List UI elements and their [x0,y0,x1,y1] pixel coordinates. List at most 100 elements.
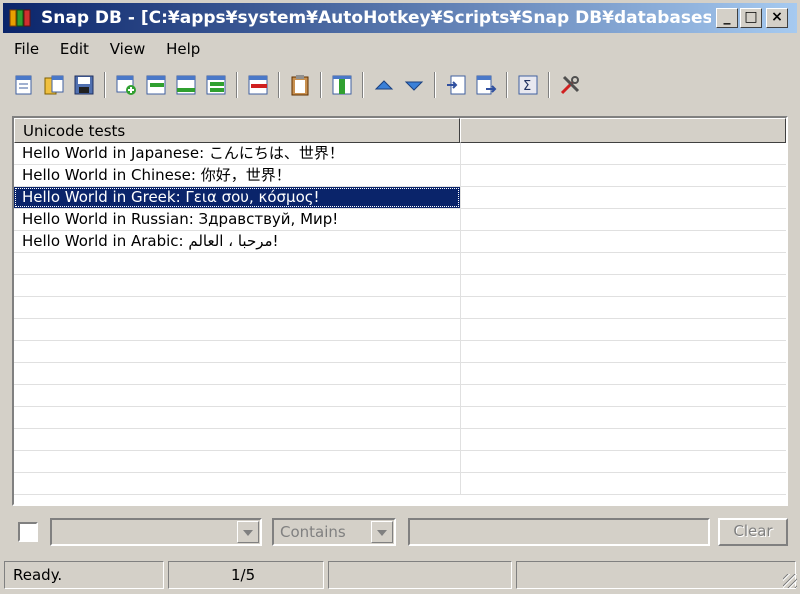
cell-unicode-tests [14,297,460,318]
status-bar: Ready. 1/5 [0,559,800,591]
insert-row-icon [146,75,166,95]
cell-column-2 [460,275,786,296]
sum-icon: Σ [518,75,538,95]
cell-column-2 [460,363,786,384]
open-db-button[interactable] [40,71,68,99]
cell-column-2 [460,385,786,406]
export-icon [476,75,497,95]
table-row[interactable]: Hello World in Greek: Γεια σου, κόσμος! [14,187,786,209]
import-button[interactable] [442,71,470,99]
clear-button[interactable]: Clear [718,518,788,546]
cell-unicode-tests [14,341,460,362]
chevron-down-icon[interactable] [371,521,393,543]
delete-row-button[interactable] [244,71,272,99]
new-db-button[interactable] [10,71,38,99]
table-row[interactable]: Hello World in Chinese: 你好，世界！ [14,165,786,187]
toolbar-separator [278,72,280,98]
minimize-button[interactable]: _ [716,8,738,28]
sum-button[interactable]: Σ [514,71,542,99]
maximize-button[interactable]: □ [740,8,762,28]
menu-view[interactable]: View [102,38,154,60]
settings-button[interactable] [556,71,584,99]
settings-icon [560,75,580,95]
empty-row [14,407,786,429]
empty-row [14,451,786,473]
cell-unicode-tests: Hello World in Chinese: 你好，世界！ [22,166,291,184]
paste-icon [291,75,309,96]
app-window: Snap DB - [C:¥apps¥system¥AutoHotkey¥Scr… [0,0,800,594]
table-row[interactable]: Hello World in Japanese: こんにちは、世界！ [14,143,786,165]
duplicate-row-button[interactable] [202,71,230,99]
status-panel-4 [516,561,796,589]
cell-column-2 [460,165,786,186]
import-icon [447,75,466,95]
list-body: Hello World in Japanese: こんにちは、世界！ Hello … [14,143,786,495]
cell-column-2 [460,253,786,274]
cell-unicode-tests [14,253,460,274]
append-row-icon [176,75,196,95]
save-db-button[interactable] [70,71,98,99]
empty-row [14,341,786,363]
filter-query-input[interactable] [408,518,710,546]
cell-column-2 [460,407,786,428]
empty-row [14,297,786,319]
toolbar-separator [548,72,550,98]
list-header: Unicode tests [14,118,786,143]
cell-column-2 [460,297,786,318]
cell-unicode-tests [14,319,460,340]
cell-unicode-tests [14,275,460,296]
field-dropdown[interactable] [50,518,262,546]
cell-column-2 [460,473,786,494]
open-db-icon [44,75,64,95]
record-position: 1/5 [168,561,324,589]
empty-row [14,275,786,297]
cell-column-2 [460,341,786,362]
toolbar-separator [320,72,322,98]
resize-grip-icon[interactable] [783,574,797,588]
toolbar-separator [104,72,106,98]
move-down-button[interactable] [400,71,428,99]
cell-column-2 [460,231,786,252]
insert-row-button[interactable] [142,71,170,99]
toolbar-separator [362,72,364,98]
toolbar-separator [506,72,508,98]
add-row-icon [116,75,136,95]
column-header-unicode-tests[interactable]: Unicode tests [14,118,460,143]
export-button[interactable] [472,71,500,99]
cell-unicode-tests [14,473,460,494]
duplicate-row-icon [206,75,226,95]
record-list[interactable]: Unicode tests Hello World in Japanese: こ… [12,116,788,506]
menu-file[interactable]: File [6,38,47,60]
append-row-button[interactable] [172,71,200,99]
operator-dropdown[interactable]: Contains [272,518,396,546]
column-header-2[interactable] [460,118,786,143]
window-title: Snap DB - [C:¥apps¥system¥AutoHotkey¥Scr… [41,8,711,28]
close-button[interactable]: × [766,8,788,28]
chevron-down-icon[interactable] [237,521,259,543]
cell-column-2 [460,209,786,230]
new-db-icon [15,75,32,95]
title-bar[interactable]: Snap DB - [C:¥apps¥system¥AutoHotkey¥Scr… [3,3,797,33]
menu-edit[interactable]: Edit [52,38,97,60]
toolbar: Σ [8,68,792,102]
toolbar-separator [434,72,436,98]
cell-unicode-tests [14,385,460,406]
column-button[interactable] [328,71,356,99]
delete-row-icon [248,75,268,95]
move-down-icon [404,81,424,91]
cell-column-2 [460,451,786,472]
empty-row [14,319,786,341]
cell-unicode-tests: Hello World in Russian: Здравствуй, Мир! [22,210,339,228]
status-panel-3 [328,561,512,589]
menu-help[interactable]: Help [158,38,208,60]
save-db-icon [74,75,94,95]
table-row[interactable]: Hello World in Arabic: مرحبا ، العالم! [14,231,786,253]
table-row[interactable]: Hello World in Russian: Здравствуй, Мир! [14,209,786,231]
cell-unicode-tests: Hello World in Japanese: こんにちは、世界！ [22,144,344,162]
add-row-button[interactable] [112,71,140,99]
svg-text:Σ: Σ [523,79,531,94]
move-up-button[interactable] [370,71,398,99]
cell-column-2 [460,143,786,164]
paste-button[interactable] [286,71,314,99]
filter-checkbox[interactable] [18,522,38,542]
